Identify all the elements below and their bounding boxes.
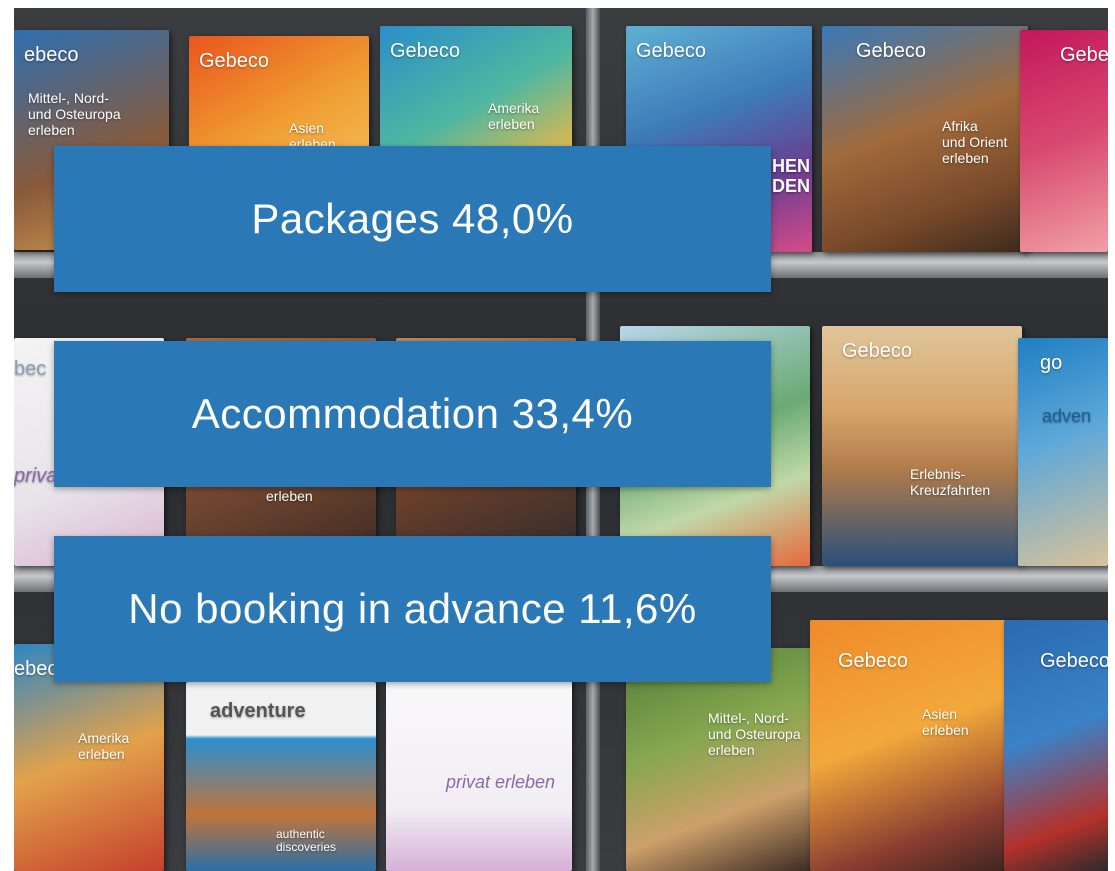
brochure-title: Amerika erleben <box>78 730 130 762</box>
brochure-brand: adventure <box>210 700 306 722</box>
brochure-title: authentic discoveries <box>276 827 337 854</box>
brochure-brand: bec <box>14 358 47 380</box>
brochure-brand: ebeco <box>24 44 79 66</box>
brochure-brand: Gebeco <box>636 40 707 62</box>
brochure-title: Erlebnis- Kreuzfahrten <box>910 466 991 498</box>
brochure-brand: Gebeco <box>838 650 909 672</box>
brochure-title: Mittel-, Nord- und Osteuropa erleben <box>28 90 121 138</box>
brochure: Gebeco Asien erleben <box>810 620 1016 871</box>
no-booking-band: No booking in advance 11,6% <box>54 536 771 682</box>
brochure: go adven <box>1018 338 1108 566</box>
brochure-title: erleben <box>266 488 313 504</box>
brochure-title: Amerika erleben <box>488 100 540 132</box>
brochure-brand: ebec <box>14 658 58 680</box>
brochure: Gebeco Erlebnis- Kreuzfahrten <box>822 326 1022 566</box>
brochure-brand: Gebe <box>1060 44 1108 66</box>
brochure-title: HEN DEN <box>772 156 811 196</box>
brochure-title: Mittel-, Nord- und Osteuropa erleben <box>708 710 801 758</box>
packages-band: Packages 48,0% <box>54 146 771 292</box>
brochure: privat erleben <box>386 664 572 871</box>
brochure-title: privat erleben <box>446 772 556 792</box>
brochure-title: adven <box>1042 406 1092 426</box>
brochure-brand: Gebeco <box>856 40 927 62</box>
brochure-brand: Gebeco <box>390 40 461 62</box>
accommodation-label: Accommodation 33,4% <box>191 390 634 437</box>
no-booking-label: No booking in advance 11,6% <box>128 585 697 632</box>
brochure: Gebeco Afrika und Orient erleben <box>822 26 1028 252</box>
brochure: Gebe <box>1020 30 1108 252</box>
brochure-title: Afrika und Orient erleben <box>942 118 1008 166</box>
brochure-brand: Gebeco <box>1040 650 1108 672</box>
brochure-brand: go <box>1040 352 1063 374</box>
accommodation-band: Accommodation 33,4% <box>54 341 771 487</box>
brochure-title: Asien erleben <box>922 706 969 738</box>
brochure-brand: Gebeco <box>199 50 270 72</box>
brochure-brand: Gebeco <box>842 340 913 362</box>
brochure-title: priva <box>14 465 58 487</box>
brochure: adventure authentic discoveries <box>186 682 376 871</box>
packages-label: Packages 48,0% <box>251 195 574 242</box>
brochure: Gebeco <box>1004 620 1108 871</box>
